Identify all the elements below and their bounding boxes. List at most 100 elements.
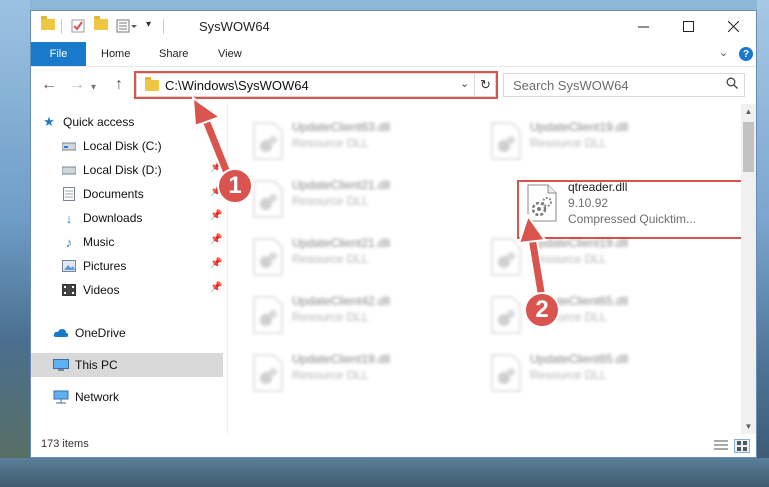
file-type: Resource DLL bbox=[292, 252, 369, 266]
list-item[interactable]: UpdateClient63.dll Resource DLL bbox=[252, 114, 482, 164]
computer-icon bbox=[53, 357, 69, 373]
file-name: UpdateClient19.dll bbox=[292, 352, 391, 366]
tab-view[interactable]: View bbox=[218, 42, 242, 66]
vertical-scrollbar[interactable]: ▲ ▼ bbox=[741, 104, 756, 434]
navigation-pane: ★ Quick access Local Disk (C:) Local Dis… bbox=[31, 104, 227, 434]
sidebar-item-pictures[interactable]: Pictures bbox=[61, 254, 221, 278]
download-icon: ↓ bbox=[65, 210, 73, 226]
file-type: Resource DLL bbox=[292, 194, 369, 208]
sidebar-item-label: Local Disk (C:) bbox=[83, 139, 162, 153]
desktop-background-left bbox=[0, 0, 30, 487]
scroll-up-icon[interactable]: ▲ bbox=[741, 104, 756, 119]
pin-icon[interactable]: 📌 bbox=[210, 234, 222, 245]
sidebar-item-music[interactable]: ♪ Music bbox=[61, 230, 221, 254]
sidebar-item-label: Downloads bbox=[83, 211, 143, 225]
divider bbox=[163, 19, 164, 34]
star-icon: ★ bbox=[43, 114, 55, 129]
dll-file-icon bbox=[491, 238, 521, 276]
drive-icon bbox=[61, 162, 77, 178]
sidebar-item-onedrive[interactable]: OneDrive bbox=[53, 321, 223, 345]
expand-ribbon-icon[interactable]: ⌄ bbox=[719, 46, 728, 59]
help-button[interactable]: ? bbox=[739, 47, 753, 61]
details-view-icon[interactable] bbox=[714, 439, 728, 451]
list-item[interactable]: UpdateClient19.dll Resource DLL bbox=[490, 230, 720, 280]
dll-file-icon bbox=[253, 238, 283, 276]
dll-file-icon bbox=[253, 122, 283, 160]
close-button[interactable] bbox=[711, 11, 756, 42]
list-item[interactable]: UpdateClient42.dll Resource DLL bbox=[252, 288, 482, 338]
recent-locations-icon[interactable]: ▾ bbox=[91, 80, 96, 96]
file-name: UpdateClient19.dll bbox=[530, 120, 629, 134]
pin-icon[interactable]: 📌 bbox=[210, 282, 222, 293]
step-badge-2: 2 bbox=[524, 292, 560, 328]
list-item[interactable]: UpdateClient19.dll Resource DLL bbox=[252, 346, 482, 396]
up-button[interactable]: ↑ bbox=[115, 77, 123, 93]
file-explorer-window: ▾ SysWOW64 File Home Share View ⌄ ? ← → … bbox=[30, 10, 757, 458]
file-type: Resource DLL bbox=[292, 136, 369, 150]
file-name: UpdateClient19.dll bbox=[530, 236, 629, 250]
music-icon: ♪ bbox=[65, 234, 73, 250]
sidebar-item-label: Pictures bbox=[83, 259, 127, 273]
title-bar: ▾ SysWOW64 bbox=[31, 11, 756, 42]
pin-icon[interactable]: 📌 bbox=[210, 162, 222, 173]
sidebar-item-label: Documents bbox=[83, 187, 144, 201]
file-list: UpdateClient63.dll Resource DLL UpdateCl… bbox=[228, 104, 741, 434]
properties-icon[interactable] bbox=[71, 19, 85, 33]
forward-button[interactable]: → bbox=[69, 77, 85, 93]
list-item[interactable]: UpdateClient21.dll Resource DLL bbox=[252, 230, 482, 280]
scroll-down-icon[interactable]: ▼ bbox=[741, 419, 756, 434]
sidebar-item-videos[interactable]: Videos bbox=[61, 278, 221, 302]
pin-icon[interactable]: 📌 bbox=[210, 258, 222, 269]
tab-share[interactable]: Share bbox=[159, 42, 188, 66]
network-icon bbox=[53, 389, 69, 405]
sidebar-item-downloads[interactable]: ↓ Downloads bbox=[61, 206, 221, 230]
sidebar-item-local-disk-c[interactable]: Local Disk (C:) bbox=[61, 134, 221, 158]
sidebar-item-local-disk-d[interactable]: Local Disk (D:) bbox=[61, 158, 221, 182]
address-highlight-box bbox=[134, 71, 498, 99]
file-name: UpdateClient42.dll bbox=[292, 294, 391, 308]
list-item[interactable]: UpdateClient19.dll Resource DLL bbox=[490, 114, 720, 164]
large-icons-view-icon[interactable] bbox=[734, 439, 750, 453]
sidebar-item-network[interactable]: Network bbox=[53, 385, 223, 409]
sidebar-item-documents[interactable]: Documents bbox=[61, 182, 221, 206]
list-item[interactable]: UpdateClient65.dll Resource DLL bbox=[490, 346, 720, 396]
tab-file[interactable]: File bbox=[31, 42, 86, 66]
navigation-bar: ← → ▾ ↑ C:\Windows\SysWOW64 ⌄ ↻ Search S… bbox=[31, 66, 756, 105]
quick-access-dropdown-icon[interactable]: ▾ bbox=[146, 19, 151, 30]
file-type: Resource DLL bbox=[292, 310, 369, 324]
back-button[interactable]: ← bbox=[41, 77, 57, 93]
file-type: Resource DLL bbox=[530, 368, 607, 382]
status-bar: 173 items bbox=[31, 434, 756, 457]
dll-file-icon bbox=[253, 354, 283, 392]
sidebar-item-this-pc[interactable]: This PC bbox=[31, 353, 223, 377]
divider bbox=[61, 19, 62, 34]
search-input[interactable]: Search SysWOW64 bbox=[503, 73, 745, 97]
dll-file-icon bbox=[491, 354, 521, 392]
minimize-button[interactable] bbox=[621, 11, 666, 42]
documents-icon bbox=[61, 186, 77, 202]
sidebar-item-label: OneDrive bbox=[75, 326, 126, 340]
sidebar-item-label: This PC bbox=[75, 358, 118, 372]
customize-toolbar-icon[interactable] bbox=[116, 19, 138, 33]
dll-file-icon bbox=[491, 122, 521, 160]
ribbon-tabs: File Home Share View ⌄ ? bbox=[31, 42, 756, 66]
pin-icon[interactable]: 📌 bbox=[210, 210, 222, 221]
file-type: Resource DLL bbox=[530, 136, 607, 150]
sidebar-item-quick-access[interactable]: ★ Quick access bbox=[41, 110, 221, 134]
folder-icon[interactable] bbox=[41, 16, 55, 30]
dll-file-icon bbox=[253, 296, 283, 334]
file-name: UpdateClient21.dll bbox=[292, 236, 391, 250]
videos-icon bbox=[61, 282, 77, 298]
new-folder-icon[interactable] bbox=[94, 16, 108, 30]
scrollbar-thumb[interactable] bbox=[743, 122, 754, 172]
sidebar-item-label: Quick access bbox=[63, 115, 135, 129]
file-name: UpdateClient65.dll bbox=[530, 352, 629, 366]
search-icon[interactable] bbox=[726, 77, 738, 92]
file-type: Resource DLL bbox=[292, 368, 369, 382]
list-item[interactable]: UpdateClient21.dll Resource DLL bbox=[252, 172, 482, 222]
window-title: SysWOW64 bbox=[199, 19, 270, 34]
file-type: Resource DLL bbox=[530, 252, 607, 266]
sidebar-item-label: Music bbox=[83, 235, 115, 249]
tab-home[interactable]: Home bbox=[101, 42, 130, 66]
maximize-button[interactable] bbox=[666, 11, 711, 42]
